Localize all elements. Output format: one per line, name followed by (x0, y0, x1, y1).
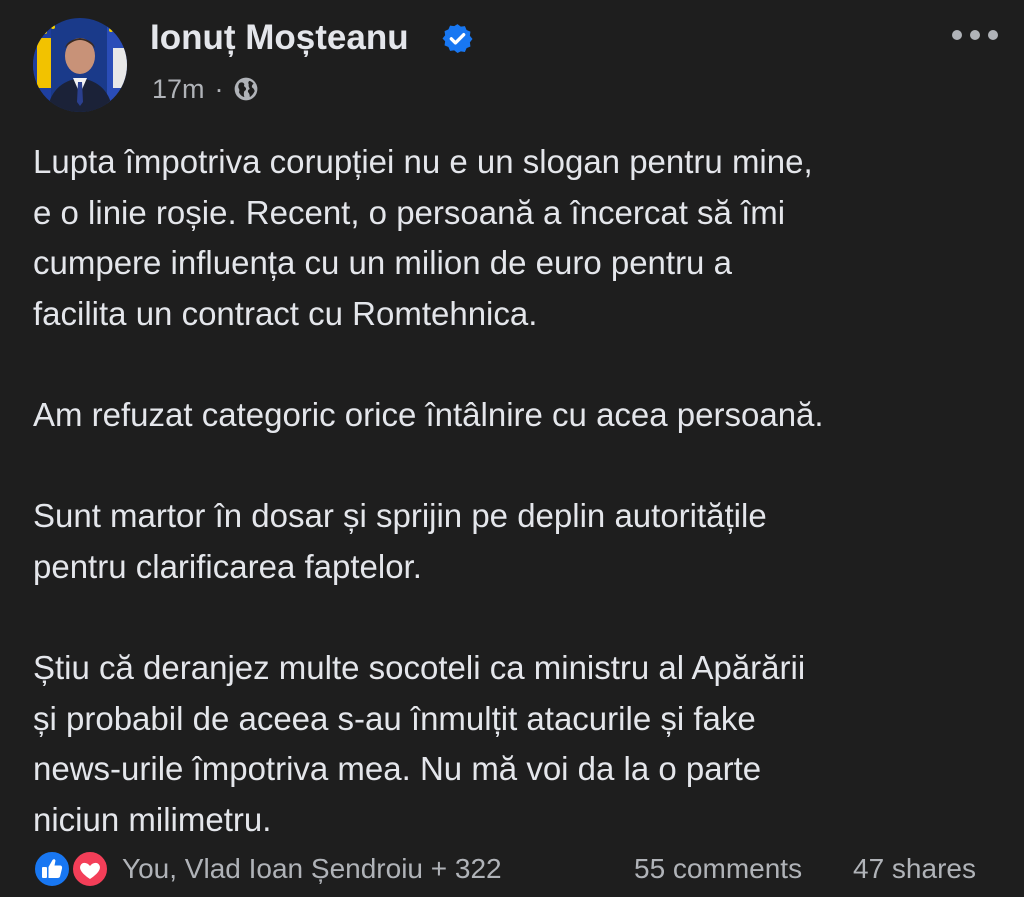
author-avatar[interactable] (33, 18, 127, 112)
post-paragraph-1: Lupta împotriva corupției nu e un slogan… (33, 143, 813, 332)
facebook-post: Ionuț Moșteanu 17m · Lupta împotriva cor… (0, 0, 1024, 897)
post-paragraph-2: Am refuzat categoric orice întâlnire cu … (33, 395, 824, 433)
post-paragraph-4: Știu că deranjez multe socoteli ca minis… (33, 648, 806, 838)
like-icon (31, 848, 73, 890)
post-time[interactable]: 17m (152, 74, 205, 105)
shares-count[interactable]: 47 shares (853, 851, 976, 887)
author-name[interactable]: Ionuț Moșteanu (150, 14, 409, 62)
post-meta: 17m · (152, 70, 259, 108)
love-icon (69, 848, 111, 890)
reaction-icons[interactable] (30, 846, 112, 892)
comments-count[interactable]: 55 comments (634, 851, 802, 887)
post-footer: You, Vlad Ioan Șendroiu + 322 55 comment… (30, 846, 1000, 892)
post-body: Lupta împotriva corupției nu e un slogan… (33, 137, 998, 845)
reactions-summary[interactable]: You, Vlad Ioan Șendroiu + 322 (122, 851, 502, 887)
more-options-icon[interactable] (949, 22, 1001, 48)
verified-badge-icon (442, 24, 473, 53)
post-paragraph-3: Sunt martor în dosar și sprijin pe depli… (33, 497, 767, 585)
globe-icon[interactable] (233, 76, 259, 102)
meta-separator: · (214, 73, 224, 104)
